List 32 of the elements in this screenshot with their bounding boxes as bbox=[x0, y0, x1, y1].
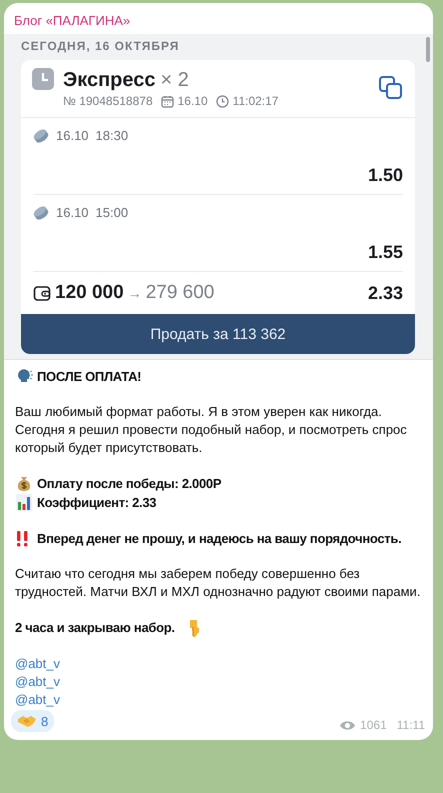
reaction-count: 8 bbox=[41, 714, 48, 728]
message-text: Оплату после победы: 2.000Р bbox=[37, 474, 222, 492]
mention-link[interactable]: @abt_v bbox=[15, 673, 60, 691]
event-odds: 1.55 bbox=[368, 242, 403, 263]
message-text: Вперед денег не прошу, и надеюсь на вашу порядочность. bbox=[37, 530, 402, 548]
message-text: Коэффициент: 2.33 bbox=[37, 494, 156, 512]
mention-link[interactable]: @abt_v bbox=[15, 655, 60, 673]
date-header: СЕГОДНЯ, 16 ОКТЯБРЯ bbox=[21, 38, 180, 55]
reaction-chip[interactable]: 8 bbox=[11, 710, 54, 732]
event-date: 16.10 bbox=[56, 128, 89, 143]
bet-title: Экспресс bbox=[63, 69, 156, 91]
event-time: 18:30 bbox=[96, 128, 128, 143]
arrow-glyph: → bbox=[128, 285, 142, 301]
bet-date: 16.10 bbox=[178, 94, 208, 108]
message-time: 11:11 bbox=[396, 718, 425, 732]
mention-link[interactable]: @abt_v bbox=[15, 691, 60, 709]
payout-amount: 279 600 bbox=[146, 282, 214, 304]
message-text: Считаю что сегодня мы заберем победу совершенно без трудностей. Матчи ВХЛ и МХЛ однозначно радуют своими парами. bbox=[15, 565, 422, 601]
bet-multiplier: × 2 bbox=[160, 69, 189, 91]
message-text: ПОСЛЕ ОПЛАТА! bbox=[37, 368, 142, 386]
view-count: 1061 bbox=[360, 718, 387, 732]
total-odds: 2.33 bbox=[368, 282, 403, 304]
event-odds: 1.50 bbox=[368, 165, 403, 186]
channel-name[interactable]: Блог «ПАЛАГИНА» bbox=[4, 3, 433, 34]
bet-time: 11:02:17 bbox=[232, 94, 278, 108]
event-time: 15:00 bbox=[96, 205, 128, 220]
stake-amount: 120 000 bbox=[55, 282, 124, 304]
message-text: Ваш любимый формат работы. Я в этом уверен как никогда. Сегодня я решил провести подобный набор, и посмотреть спрос который будет присутствовать. bbox=[15, 403, 408, 457]
message-text: 2 часа и закрываю набор. bbox=[15, 619, 175, 637]
sell-button[interactable]: Продать за 113 362 bbox=[21, 314, 415, 354]
event-date: 16.10 bbox=[56, 205, 89, 220]
bet-number: № 19048518878 bbox=[63, 94, 153, 108]
